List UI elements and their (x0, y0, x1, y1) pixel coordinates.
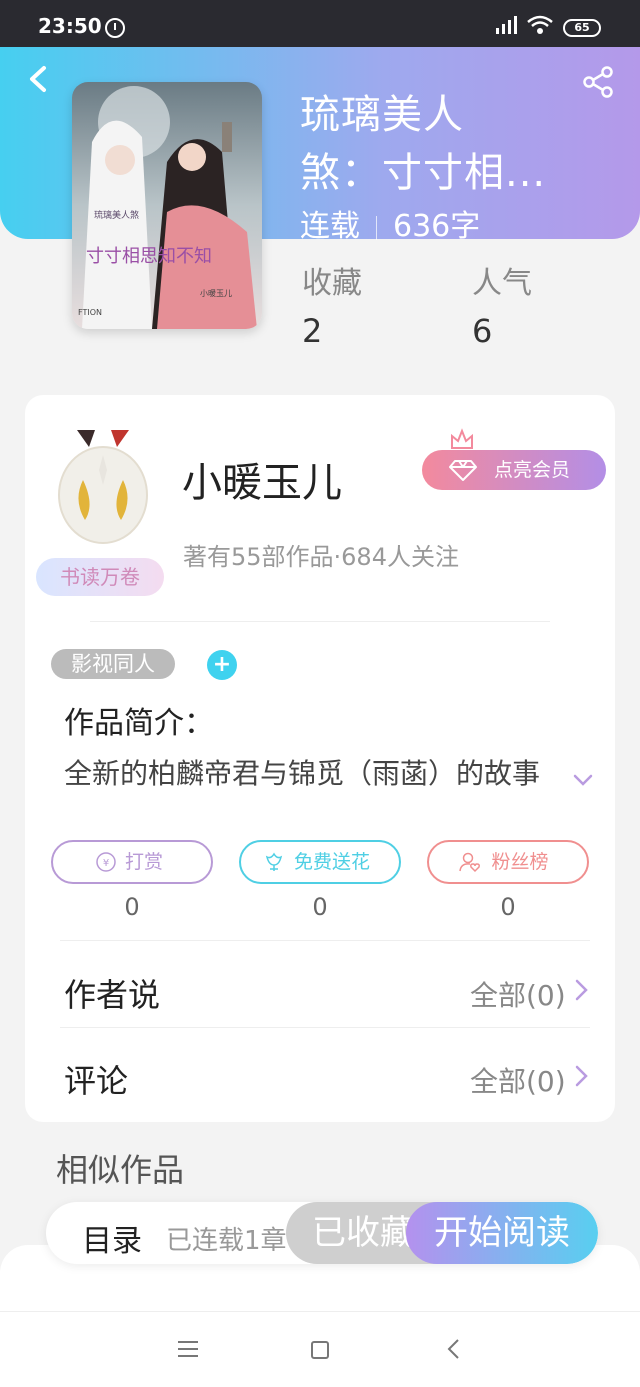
chevron-right-icon[interactable] (572, 1063, 590, 1089)
fan-user-icon (459, 852, 480, 873)
author-says-value[interactable]: 全部(0) (470, 974, 566, 1014)
book-title-line1: 琉璃美人 (300, 92, 464, 138)
author-summary: 著有55部作品·684人关注 (183, 543, 459, 571)
fan-count: 0 (500, 893, 516, 921)
author-avatar[interactable] (55, 425, 151, 550)
reader-level-badge: 书读万卷 (36, 558, 164, 596)
system-nav-bar (0, 1311, 640, 1387)
divider (90, 621, 550, 622)
popularity-label: 人气 (472, 266, 532, 301)
cover-small-text: 琉璃美人煞 (94, 209, 139, 221)
home-icon[interactable] (311, 1341, 329, 1359)
crown-icon (451, 428, 473, 449)
diamond-icon (449, 460, 477, 481)
send-flower-label: 免费送花 (293, 851, 370, 873)
genre-tag[interactable]: 影视同人 (51, 649, 175, 679)
signal-icon (496, 16, 517, 34)
battery-icon: 65 (563, 19, 601, 37)
chevron-right-icon[interactable] (572, 977, 590, 1003)
tip-count: 0 (124, 893, 140, 921)
wifi-icon (527, 15, 553, 34)
divider (60, 1027, 590, 1028)
cover-brand-text: FTION (78, 308, 102, 317)
coin-icon: ¥ (96, 852, 116, 872)
author-name[interactable]: 小暖玉儿 (182, 450, 342, 508)
intro-text: 全新的柏麟帝君与锦觅（雨菡）的故事 (64, 757, 541, 790)
divider (60, 940, 590, 941)
cover-title-text: 寸寸相思知不知 (86, 246, 212, 267)
bottom-action-bar: 目录 已连载1章 已收藏 开始阅读 (46, 1202, 598, 1264)
book-status: 连载 (300, 209, 360, 244)
comments-value[interactable]: 全部(0) (470, 1060, 566, 1100)
add-tag-button[interactable]: + (207, 650, 237, 680)
favorites-label: 收藏 (302, 266, 362, 301)
flower-count: 0 (312, 893, 328, 921)
word-count: 636字 (393, 209, 481, 244)
book-meta: 连载 636字 (300, 201, 480, 245)
status-bar: 23:50 65 (0, 0, 640, 47)
book-cover[interactable]: 琉璃美人煞 寸寸相思知不知 小暖玉儿 FTION (72, 82, 262, 329)
cover-author-text: 小暖玉儿 (200, 289, 232, 298)
popularity-value: 6 (472, 312, 493, 350)
flower-icon (265, 852, 283, 871)
book-title-line2: 煞：寸寸相... (300, 150, 547, 196)
intro-heading: 作品简介： (64, 706, 214, 741)
fan-ranking-button[interactable]: 粉丝榜 (427, 840, 589, 884)
author-says-label[interactable]: 作者说 (64, 970, 160, 1016)
alarm-icon (105, 18, 125, 38)
svg-text:¥: ¥ (103, 858, 109, 869)
chevron-down-icon[interactable] (571, 768, 595, 792)
start-reading-button[interactable]: 开始阅读 (406, 1202, 598, 1264)
similar-works-heading: 相似作品 (56, 1151, 185, 1189)
nav-back-icon[interactable] (446, 1338, 460, 1360)
send-flower-button[interactable]: 免费送花 (239, 840, 401, 884)
book-title: 琉璃美人 煞：寸寸相... (300, 86, 620, 202)
tip-button[interactable]: ¥ 打赏 (51, 840, 213, 884)
fan-ranking-label: 粉丝榜 (491, 851, 549, 873)
table-of-contents-button[interactable]: 目录 (82, 1216, 142, 1260)
chapter-count: 已连载1章 (166, 1226, 287, 1256)
back-icon[interactable] (22, 62, 56, 96)
meta-divider (376, 215, 377, 240)
favorites-value: 2 (302, 312, 323, 350)
tip-label: 打赏 (124, 851, 163, 873)
status-time: 23:50 (38, 14, 102, 38)
menu-icon[interactable] (178, 1340, 198, 1358)
comments-label[interactable]: 评论 (64, 1056, 128, 1102)
cover-image: 琉璃美人煞 寸寸相思知不知 小暖玉儿 FTION (72, 82, 262, 329)
